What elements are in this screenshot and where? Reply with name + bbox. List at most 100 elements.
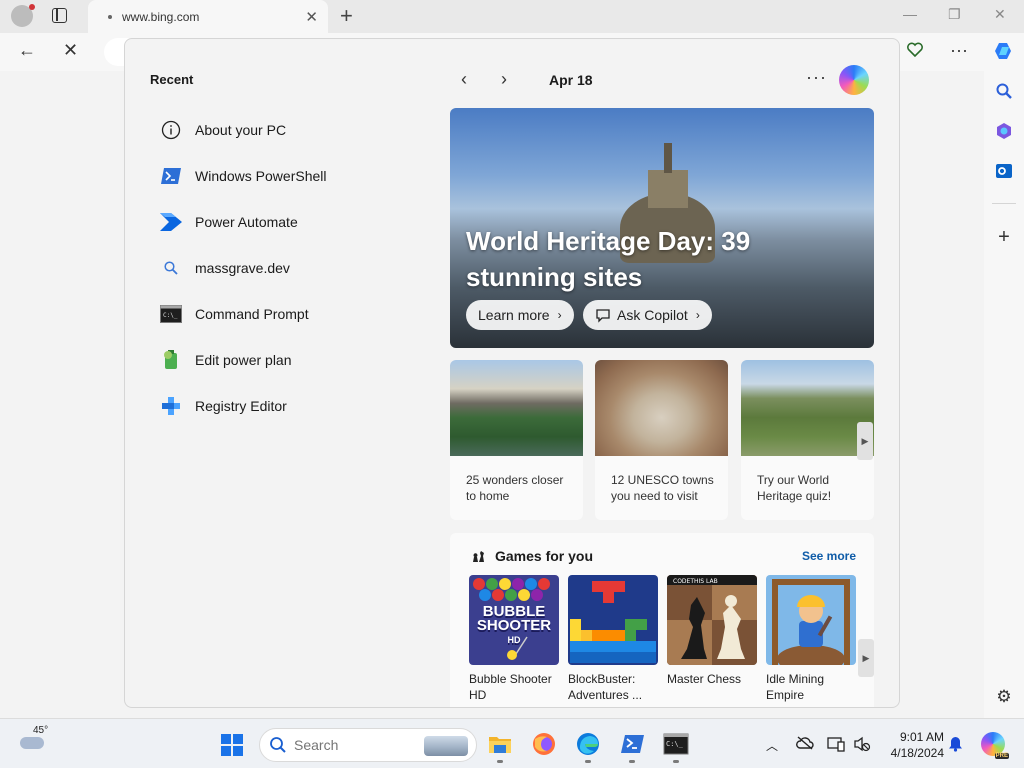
outlook-icon[interactable] xyxy=(992,159,1016,183)
power-automate-icon xyxy=(159,210,183,234)
browser-tab-bar: www.bing.com ✕ + — ❐ ✕ xyxy=(0,0,1024,33)
taskbar-search-input[interactable] xyxy=(294,737,414,753)
browser-tab[interactable]: www.bing.com ✕ xyxy=(88,0,328,33)
svg-text:CODETHIS LAB: CODETHIS LAB xyxy=(673,578,718,585)
chat-bubble-icon xyxy=(595,307,611,323)
browser-essentials-icon[interactable] xyxy=(906,41,924,64)
story-card[interactable]: Try our World Heritage quiz! xyxy=(741,360,874,520)
running-indicator xyxy=(629,760,635,763)
profile-avatar-icon[interactable] xyxy=(11,4,35,27)
learn-more-button[interactable]: Learn more › xyxy=(466,300,574,330)
idle-mining-image xyxy=(766,575,856,665)
cards-scroll-right-icon[interactable]: ▶ xyxy=(857,422,873,460)
window-close-icon[interactable]: ✕ xyxy=(994,6,1006,23)
clock-time: 9:01 AM xyxy=(899,730,944,744)
power-plan-icon xyxy=(159,348,183,372)
recent-item[interactable]: Edit power plan xyxy=(159,337,419,383)
network-icon[interactable] xyxy=(827,736,845,755)
sidebar-divider xyxy=(992,203,1016,204)
loading-indicator-icon xyxy=(108,14,112,19)
copilot-icon[interactable] xyxy=(839,65,869,95)
recent-item[interactable]: massgrave.dev xyxy=(159,245,419,291)
story-card-caption: 12 UNESCO towns you need to visit xyxy=(611,473,714,503)
recent-list: About your PC Windows PowerShell Power A… xyxy=(159,107,419,429)
recent-item-label: About your PC xyxy=(195,122,287,138)
game-name: BlockBuster: Adventures ... xyxy=(568,672,643,702)
story-card-caption: Try our World Heritage quiz! xyxy=(757,473,832,503)
start-recent-panel: Recent About your PC Windows PowerShell … xyxy=(124,38,900,708)
show-hidden-icons-icon[interactable]: ︿ xyxy=(766,737,778,754)
recent-item[interactable]: C:\_ Command Prompt xyxy=(159,291,419,337)
system-clock[interactable]: 9:01 AM 4/18/2024 xyxy=(880,729,944,761)
tab-actions-icon[interactable] xyxy=(52,8,67,23)
story-card[interactable]: 25 wonders closer to home xyxy=(450,360,583,520)
weather-temperature: 45° xyxy=(33,725,49,736)
new-tab-icon[interactable]: + xyxy=(340,3,353,29)
running-indicator xyxy=(497,760,503,763)
recent-item[interactable]: Power Automate xyxy=(159,199,419,245)
previous-day-icon[interactable]: ‹ xyxy=(461,69,501,90)
svg-text:C:\_: C:\_ xyxy=(163,312,178,319)
cloud-icon xyxy=(20,737,44,749)
recent-item-label: Registry Editor xyxy=(195,398,287,414)
next-day-icon[interactable]: › xyxy=(501,69,541,90)
recent-heading: Recent xyxy=(150,72,194,87)
see-more-link[interactable]: See more xyxy=(802,549,856,563)
recent-item-label: Windows PowerShell xyxy=(195,168,327,184)
search-icon xyxy=(269,736,287,754)
powershell-icon[interactable] xyxy=(619,731,645,757)
game-name: Bubble Shooter HD xyxy=(469,672,552,702)
back-icon[interactable]: ← xyxy=(18,40,36,61)
search-icon[interactable] xyxy=(992,79,1016,103)
add-sidebar-app-icon[interactable]: + xyxy=(992,225,1016,249)
story-card[interactable]: 12 UNESCO towns you need to visit xyxy=(595,360,728,520)
games-heading: Games for you xyxy=(470,548,593,564)
minimize-icon[interactable]: — xyxy=(903,6,917,22)
more-options-icon[interactable]: ··· xyxy=(950,40,968,61)
recent-item[interactable]: Registry Editor xyxy=(159,383,419,429)
game-tile[interactable]: Idle Mining Empire xyxy=(766,575,856,703)
copilot-sidebar-icon[interactable] xyxy=(992,39,1016,63)
game-tile[interactable]: BlockBuster: Adventures ... xyxy=(568,575,658,703)
search-highlight-image xyxy=(424,736,468,756)
game-name: Master Chess xyxy=(667,672,742,686)
stop-loading-icon[interactable]: ✕ xyxy=(63,40,78,61)
edge-sidebar: + ⚙ xyxy=(984,33,1024,718)
search-icon xyxy=(159,256,183,280)
games-scroll-right-icon[interactable]: ▶ xyxy=(858,639,874,677)
yosemite-image xyxy=(450,360,583,456)
notification-bell-icon[interactable] xyxy=(948,736,963,756)
onedrive-offline-icon[interactable] xyxy=(796,736,814,753)
weather-widget[interactable]: 45° xyxy=(18,725,49,751)
edge-icon[interactable] xyxy=(575,731,601,757)
game-tile[interactable]: BUBBLE SHOOTER HD Bubble Shooter HD xyxy=(469,575,559,703)
recent-item[interactable]: Windows PowerShell xyxy=(159,153,419,199)
start-button[interactable] xyxy=(221,734,243,756)
running-indicator xyxy=(585,760,591,763)
command-prompt-icon[interactable]: C:\_ xyxy=(663,731,689,757)
bubble-shooter-logo: BUBBLE SHOOTER HD xyxy=(476,603,552,645)
game-tile[interactable]: CODETHIS LAB Master Chess xyxy=(667,575,757,687)
more-options-icon[interactable]: ··· xyxy=(806,67,827,88)
ask-copilot-button[interactable]: Ask Copilot › xyxy=(583,300,712,330)
copilot-preview-icon[interactable]: PRE xyxy=(981,732,1009,759)
machu-picchu-image xyxy=(741,360,874,456)
recent-item[interactable]: About your PC xyxy=(159,107,419,153)
firefox-icon[interactable] xyxy=(531,731,557,757)
clock-date: 4/18/2024 xyxy=(890,746,944,760)
m365-icon[interactable] xyxy=(992,119,1016,143)
restore-icon[interactable]: ❐ xyxy=(948,6,961,23)
taskbar-search-box[interactable] xyxy=(259,728,477,762)
volume-muted-icon[interactable] xyxy=(853,736,871,755)
hero-card[interactable]: World Heritage Day: 39 stunning sites Le… xyxy=(450,108,874,348)
story-cards: 25 wonders closer to home 12 UNESCO town… xyxy=(450,360,874,520)
story-card-caption: 25 wonders closer to home xyxy=(466,473,564,503)
learn-more-label: Learn more xyxy=(478,307,550,323)
tab-close-icon[interactable]: ✕ xyxy=(305,8,318,26)
running-indicator xyxy=(673,760,679,763)
registry-editor-icon xyxy=(159,394,183,418)
sidebar-settings-icon[interactable]: ⚙ xyxy=(992,685,1016,709)
file-explorer-icon[interactable] xyxy=(487,731,513,757)
recent-item-label: Command Prompt xyxy=(195,306,309,322)
games-title: Games for you xyxy=(495,548,594,564)
